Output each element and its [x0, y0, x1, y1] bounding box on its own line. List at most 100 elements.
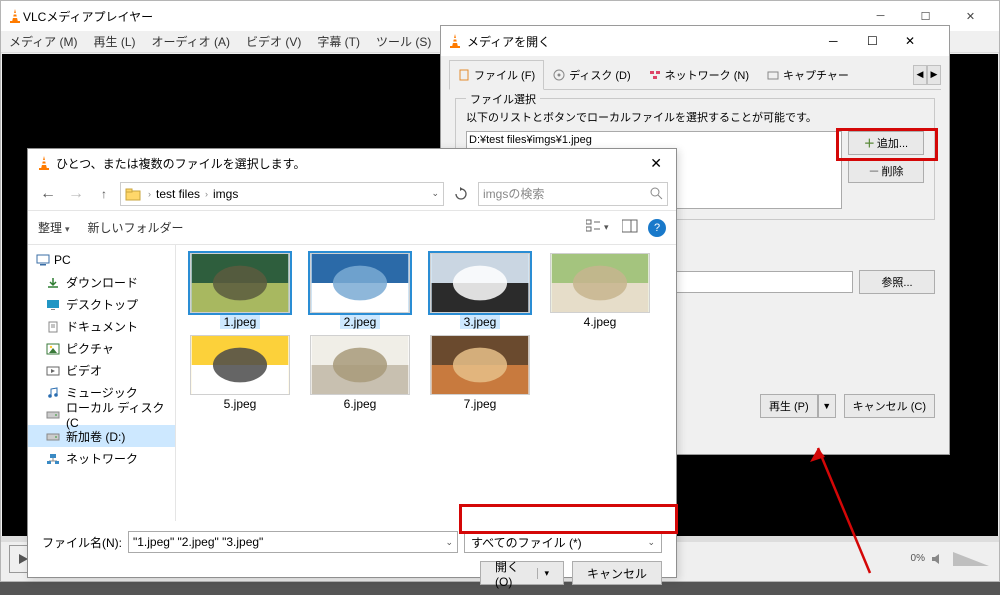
- search-placeholder: imgsの検索: [483, 185, 544, 202]
- play-button-om[interactable]: 再生 (P): [760, 394, 818, 418]
- sidebar-item-label: ダウンロード: [66, 274, 138, 291]
- tab-file[interactable]: ファイル (F): [449, 60, 544, 90]
- help-button[interactable]: ?: [648, 219, 666, 237]
- file-thumbnail[interactable]: 3.jpeg: [424, 253, 536, 329]
- help-icon: ?: [654, 222, 660, 234]
- open-button[interactable]: 開く(O) ▾: [480, 561, 564, 585]
- sidebar-item-disk[interactable]: ローカル ディスク (C: [28, 403, 175, 425]
- refresh-button[interactable]: [448, 182, 474, 206]
- tab-disc-label: ディスク (D): [569, 67, 631, 83]
- file-thumbnail[interactable]: 6.jpeg: [304, 335, 416, 411]
- thumbnail-image: [550, 253, 650, 313]
- sidebar-item-label: ネットワーク: [66, 450, 138, 467]
- breadcrumb-path[interactable]: › test files › imgs ⌄: [120, 182, 444, 206]
- browse-button[interactable]: 参照...: [859, 270, 935, 294]
- volume-percent: 0%: [911, 553, 925, 564]
- download-icon: [46, 277, 60, 288]
- nav-up[interactable]: ↑: [92, 182, 116, 206]
- file-icon: [458, 69, 470, 81]
- tab-network-label: ネットワーク (N): [665, 67, 749, 83]
- crumb-current[interactable]: imgs: [211, 187, 240, 201]
- file-list-entry: D:¥test files¥imgs¥1.jpeg: [469, 134, 839, 146]
- play-dropdown[interactable]: ▼: [818, 394, 836, 418]
- menu-media[interactable]: メディア (M): [1, 33, 85, 50]
- sidebar-pc[interactable]: PC: [28, 249, 175, 271]
- network-icon: [46, 453, 60, 464]
- sidebar-item-label: デスクトップ: [66, 296, 138, 313]
- open-media-titlebar[interactable]: メディアを開く ─ ☐ ✕: [441, 26, 949, 56]
- sidebar-item-label: ドキュメント: [66, 318, 138, 335]
- filename-input[interactable]: "1.jpeg" "2.jpeg" "3.jpeg" ⌄: [128, 531, 458, 553]
- browse-button-label: 参照...: [881, 274, 912, 290]
- file-open-dialog: ひとつ、または複数のファイルを選択します。 ✕ ← → ↑ › test fil…: [27, 148, 677, 578]
- add-button[interactable]: ＋ 追加...: [848, 131, 924, 155]
- crumb-parent[interactable]: test files: [154, 187, 202, 201]
- speaker-icon: [931, 552, 945, 566]
- file-name-label: 1.jpeg: [220, 315, 261, 329]
- sidebar-item-label: ピクチャ: [66, 340, 114, 357]
- file-dialog-title: ひとつ、または複数のファイルを選択します。: [56, 155, 305, 172]
- view-options[interactable]: ▾: [586, 219, 612, 236]
- file-grid[interactable]: 1.jpeg 2.jpeg3.jpeg4.jpeg 5.jpeg6.jpeg7.jp…: [176, 245, 676, 521]
- file-thumbnail[interactable]: 1.jpeg: [184, 253, 296, 329]
- vlc-cone-icon: [7, 8, 23, 24]
- svg-text:▾: ▾: [604, 222, 609, 232]
- tab-scroll-right[interactable]: ▶: [927, 65, 941, 85]
- nav-forward[interactable]: →: [64, 182, 88, 206]
- thumbnail-image: [310, 335, 410, 395]
- chevron-down-icon: ⌄: [445, 537, 453, 548]
- close-button[interactable]: ✕: [948, 2, 993, 30]
- thumbnail-image: [430, 335, 530, 395]
- search-icon: [650, 187, 663, 200]
- filetype-filter[interactable]: すべてのファイル (*) ⌄: [464, 531, 662, 553]
- file-thumbnail[interactable]: 2.jpeg: [304, 253, 416, 329]
- file-dialog-titlebar[interactable]: ひとつ、または複数のファイルを選択します。 ✕: [28, 149, 676, 177]
- folder-icon: [125, 187, 141, 201]
- remove-button[interactable]: － 削除: [848, 159, 924, 183]
- file-thumbnail[interactable]: 7.jpeg: [424, 335, 536, 411]
- file-thumbnail[interactable]: 5.jpeg: [184, 335, 296, 411]
- organize-menu[interactable]: 整理: [38, 219, 70, 236]
- sidebar-item-document[interactable]: ドキュメント: [28, 315, 175, 337]
- chevron-right-icon: ›: [202, 189, 211, 199]
- new-folder-button[interactable]: 新しいフォルダー: [88, 219, 184, 236]
- thumbnail-image: [190, 253, 290, 313]
- search-input[interactable]: imgsの検索: [478, 182, 668, 206]
- nav-back[interactable]: ←: [36, 182, 60, 206]
- sidebar: PC ダウンロードデスクトップドキュメントピクチャビデオミュージックローカル デ…: [28, 245, 176, 521]
- tab-capture[interactable]: キャプチャー: [758, 60, 858, 89]
- volume-slider[interactable]: [953, 552, 989, 566]
- file-thumbnail[interactable]: 4.jpeg: [544, 253, 656, 329]
- sidebar-item-network[interactable]: ネットワーク: [28, 447, 175, 469]
- play-button-label: 再生 (P): [769, 398, 809, 414]
- document-icon: [46, 321, 60, 332]
- sidebar-item-desktop[interactable]: デスクトップ: [28, 293, 175, 315]
- group-label: ファイル選択: [466, 91, 540, 107]
- om-maximize-button[interactable]: ☐: [867, 34, 905, 48]
- sidebar-item-picture[interactable]: ピクチャ: [28, 337, 175, 359]
- path-dropdown[interactable]: ⌄: [431, 188, 439, 199]
- tab-file-label: ファイル (F): [474, 67, 535, 83]
- volume-control[interactable]: 0%: [911, 552, 981, 566]
- menu-subtitle[interactable]: 字幕 (T): [309, 33, 368, 50]
- preview-pane-toggle[interactable]: [622, 219, 638, 236]
- preview-icon: [622, 219, 638, 233]
- om-close-button[interactable]: ✕: [905, 34, 943, 48]
- menu-playback[interactable]: 再生 (L): [85, 33, 143, 50]
- om-minimize-button[interactable]: ─: [829, 34, 867, 48]
- menu-tools[interactable]: ツール (S): [368, 33, 439, 50]
- menu-audio[interactable]: オーディオ (A): [144, 33, 239, 50]
- tab-scroll-left[interactable]: ◀: [913, 65, 927, 85]
- sidebar-item-video[interactable]: ビデオ: [28, 359, 175, 381]
- sidebar-item-download[interactable]: ダウンロード: [28, 271, 175, 293]
- picture-icon: [46, 343, 60, 354]
- disc-icon: [553, 69, 565, 81]
- refresh-icon: [454, 187, 468, 201]
- tab-network[interactable]: ネットワーク (N): [640, 60, 758, 89]
- cancel-button-om[interactable]: キャンセル (C): [844, 394, 935, 418]
- cancel-button-fd[interactable]: キャンセル: [572, 561, 662, 585]
- tab-disc[interactable]: ディスク (D): [544, 60, 640, 89]
- file-dialog-close[interactable]: ✕: [644, 153, 668, 174]
- music-icon: [46, 387, 60, 398]
- menu-video[interactable]: ビデオ (V): [238, 33, 309, 50]
